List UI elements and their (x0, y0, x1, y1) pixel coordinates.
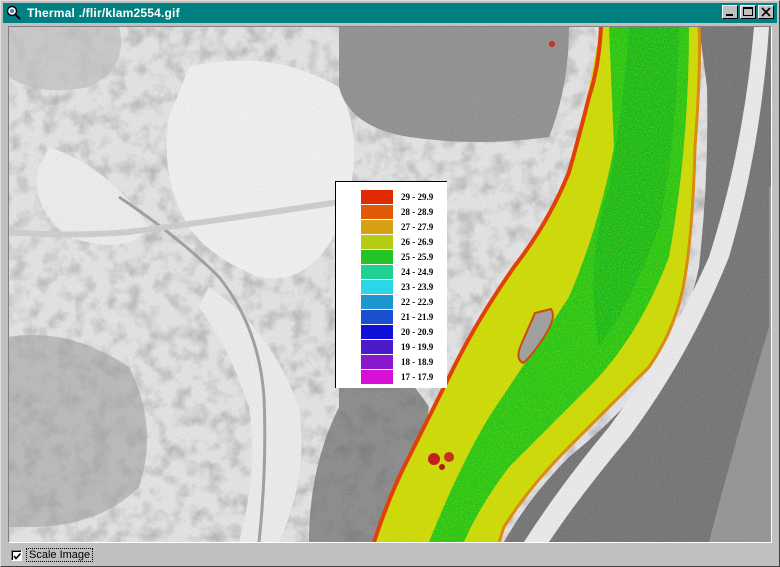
legend-row: 23 - 23.9 (361, 280, 433, 294)
legend-row: 29 - 29.9 (361, 190, 433, 204)
legend-label: 22 - 22.9 (401, 297, 434, 307)
legend-row: 19 - 19.9 (361, 340, 433, 354)
scale-image-checkbox[interactable] (11, 549, 22, 561)
thermal-window: Thermal ./flir/klam2554.gif 29 - 29.9 28… (0, 0, 780, 567)
minimize-icon (726, 14, 733, 16)
maximize-icon (743, 7, 753, 16)
scale-image-label[interactable]: Scale Image (26, 548, 94, 562)
legend-label: 25 - 25.9 (401, 252, 434, 262)
legend-swatch (361, 355, 393, 369)
legend-swatch (361, 310, 393, 324)
legend-swatch (361, 250, 393, 264)
close-icon (761, 7, 771, 17)
minimize-button[interactable] (722, 5, 738, 19)
legend-label: 28 - 28.9 (401, 207, 434, 217)
legend-swatch (361, 280, 393, 294)
legend-swatch (361, 220, 393, 234)
legend-row: 21 - 21.9 (361, 310, 433, 324)
legend-label: 27 - 27.9 (401, 222, 434, 232)
map-search-icon (6, 5, 21, 20)
legend-swatch (361, 235, 393, 249)
legend-row: 24 - 24.9 (361, 265, 433, 279)
window-title: Thermal ./flir/klam2554.gif (27, 6, 180, 20)
legend-row: 25 - 25.9 (361, 250, 433, 264)
legend-label: 24 - 24.9 (401, 267, 434, 277)
legend-row: 22 - 22.9 (361, 295, 433, 309)
legend-swatch (361, 205, 393, 219)
legend-label: 20 - 20.9 (401, 327, 434, 337)
legend-row: 18 - 18.9 (361, 355, 433, 369)
legend-row: 17 - 17.9 (361, 370, 433, 384)
legend-row: 28 - 28.9 (361, 205, 433, 219)
legend-swatch (361, 370, 393, 384)
legend-row: 26 - 26.9 (361, 235, 433, 249)
legend-row: 27 - 27.9 (361, 220, 433, 234)
maximize-button[interactable] (740, 5, 756, 19)
legend-label: 18 - 18.9 (401, 357, 434, 367)
legend-label: 26 - 26.9 (401, 237, 434, 247)
legend-swatch (361, 295, 393, 309)
checkmark-icon (13, 552, 22, 560)
legend-label: 21 - 21.9 (401, 312, 434, 322)
legend-swatch (361, 340, 393, 354)
legend-swatch (361, 190, 393, 204)
legend-swatch (361, 325, 393, 339)
temperature-legend: 29 - 29.9 28 - 28.9 27 - 27.9 26 - 26.9 … (335, 181, 447, 388)
image-viewport[interactable]: 29 - 29.9 28 - 28.9 27 - 27.9 26 - 26.9 … (8, 26, 772, 543)
legend-label: 29 - 29.9 (401, 192, 434, 202)
legend-swatch (361, 265, 393, 279)
status-bar: Scale Image (11, 547, 94, 563)
legend-label: 23 - 23.9 (401, 282, 434, 292)
legend-label: 17 - 17.9 (401, 372, 434, 382)
legend-row: 20 - 20.9 (361, 325, 433, 339)
close-button[interactable] (758, 5, 774, 19)
title-bar[interactable]: Thermal ./flir/klam2554.gif (3, 3, 777, 23)
legend-label: 19 - 19.9 (401, 342, 434, 352)
